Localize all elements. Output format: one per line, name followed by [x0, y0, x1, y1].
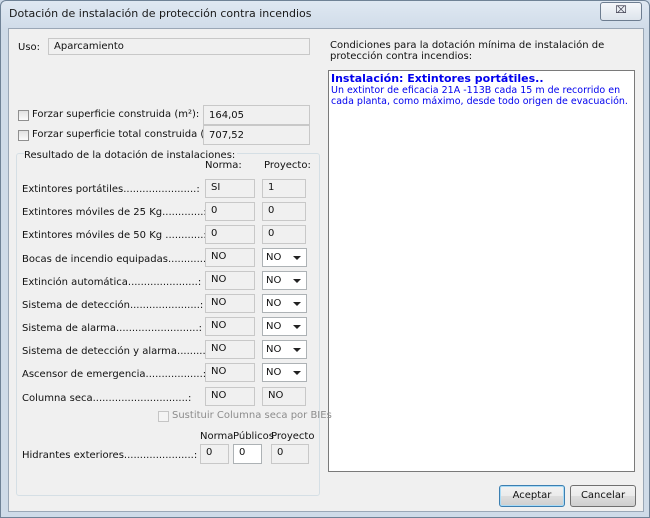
- forzar-construida-label: Forzar superficie construida (m²):: [32, 109, 200, 120]
- hidrantes-publicos-value: 0: [239, 447, 246, 458]
- column-proyecto-header: Proyecto:: [264, 160, 311, 171]
- column-norma-header: Norma:: [205, 160, 242, 171]
- proyecto-combo-value: NO: [266, 321, 282, 332]
- sustituir-checkbox[interactable]: [158, 411, 169, 422]
- dialog-window: Dotación de instalación de protección co…: [0, 0, 650, 518]
- row-label: Sistema de detección y alarma...........…: [22, 346, 216, 357]
- norma-value-field: NO: [205, 387, 255, 406]
- window-title: Dotación de instalación de protección co…: [9, 7, 312, 20]
- proyecto-combo-value: NO: [266, 275, 282, 286]
- uso-label: Uso:: [18, 42, 41, 53]
- forzar-construida-checkbox[interactable]: [18, 110, 29, 121]
- sustituir-label: Sustituir Columna seca por BIEs: [172, 410, 332, 421]
- proyecto-value: 1: [268, 182, 275, 193]
- hidrantes-proyecto-header: Proyecto: [271, 431, 315, 442]
- norma-value: NO: [211, 297, 227, 308]
- conditions-info-box: Instalación: Extintores portátiles.. Un …: [328, 70, 635, 472]
- proyecto-combo-value: NO: [266, 344, 282, 355]
- norma-value-field: 0: [205, 225, 255, 244]
- forzar-construida-field: 164,05: [203, 105, 310, 125]
- chevron-down-icon: [293, 256, 301, 260]
- hidrantes-proyecto-value: 0: [277, 447, 284, 458]
- proyecto-combo[interactable]: NO: [262, 317, 307, 336]
- norma-value: NO: [211, 366, 227, 377]
- proyecto-combo[interactable]: NO: [262, 248, 307, 267]
- uso-field: Aparcamiento: [48, 38, 310, 55]
- conditions-header: Condiciones para la dotación mínima de i…: [330, 40, 605, 62]
- uso-value: Aparcamiento: [54, 41, 124, 52]
- proyecto-combo-value: NO: [266, 367, 282, 378]
- norma-value-field: NO: [205, 317, 255, 336]
- row-label: Columna seca............................…: [22, 393, 192, 404]
- hidrantes-norma-header: Norma: [200, 431, 234, 442]
- norma-value: NO: [211, 390, 227, 401]
- title-bar[interactable]: Dotación de instalación de protección co…: [1, 1, 649, 27]
- dialog-client-area: Uso: Aparcamiento Condiciones para la do…: [8, 28, 644, 512]
- row-label: Ascensor de emergencia..................…: [22, 369, 207, 380]
- norma-value: NO: [211, 274, 227, 285]
- proyecto-value-field: NO: [262, 387, 306, 406]
- proyecto-combo[interactable]: NO: [262, 294, 307, 313]
- proyecto-value-field: 1: [262, 179, 306, 198]
- hidrantes-publicos-header: Públicos: [233, 431, 274, 442]
- proyecto-combo-value: NO: [266, 298, 282, 309]
- norma-value: NO: [211, 251, 227, 262]
- row-label: Extintores móviles de 50 Kg ............…: [22, 230, 207, 241]
- row-label: Bocas de incendio equipadas............:: [22, 254, 210, 265]
- norma-value: NO: [211, 320, 227, 331]
- conditions-title: Instalación: Extintores portátiles..: [331, 72, 544, 85]
- norma-value-field: NO: [205, 248, 255, 267]
- row-label: Sistema de detección....................…: [22, 300, 204, 311]
- chevron-down-icon: [293, 348, 301, 352]
- norma-value: 0: [211, 205, 218, 216]
- row-label: Extinción automática....................…: [22, 277, 202, 288]
- hidrantes-proyecto-field: 0: [271, 444, 309, 464]
- forzar-total-value: 707,52: [209, 130, 244, 141]
- norma-value-field: NO: [205, 363, 255, 382]
- norma-value-field: SI: [205, 179, 255, 198]
- norma-value: SI: [211, 182, 221, 193]
- chevron-down-icon: [293, 371, 301, 375]
- forzar-total-field: 707,52: [203, 125, 310, 145]
- norma-value-field: NO: [205, 340, 255, 359]
- forzar-construida-value: 164,05: [209, 110, 244, 121]
- close-button[interactable]: ⌧: [600, 2, 642, 21]
- proyecto-combo[interactable]: NO: [262, 340, 307, 359]
- proyecto-combo[interactable]: NO: [262, 363, 307, 382]
- proyecto-value: NO: [268, 390, 284, 401]
- forzar-total-checkbox[interactable]: [18, 130, 29, 141]
- chevron-down-icon: [293, 325, 301, 329]
- chevron-down-icon: [293, 302, 301, 306]
- proyecto-combo[interactable]: NO: [262, 271, 307, 290]
- proyecto-combo-value: NO: [266, 252, 282, 263]
- hidrantes-label: Hidrantes exteriores....................…: [22, 450, 198, 461]
- cancel-button[interactable]: Cancelar: [570, 485, 636, 507]
- norma-value: 0: [211, 228, 218, 239]
- proyecto-value-field: 0: [262, 225, 306, 244]
- norma-value-field: NO: [205, 294, 255, 313]
- conditions-body: Un extintor de eficacia 21A -113B cada 1…: [331, 85, 628, 107]
- hidrantes-norma-field: 0: [200, 444, 229, 464]
- norma-value: NO: [211, 343, 227, 354]
- forzar-total-label: Forzar superficie total construida (m²):: [32, 129, 226, 140]
- row-label: Sistema de alarma.......................…: [22, 323, 202, 334]
- close-icon: ⌧: [615, 5, 627, 16]
- norma-value-field: NO: [205, 271, 255, 290]
- hidrantes-publicos-input[interactable]: 0: [233, 444, 262, 464]
- proyecto-value-field: 0: [262, 202, 306, 221]
- row-label: Extintores móviles de 25 Kg.............…: [22, 207, 207, 218]
- accept-button[interactable]: Aceptar: [499, 485, 565, 507]
- proyecto-value: 0: [268, 228, 275, 239]
- hidrantes-norma-value: 0: [206, 447, 213, 458]
- chevron-down-icon: [293, 279, 301, 283]
- proyecto-value: 0: [268, 205, 275, 216]
- row-label: Extintores portátiles...................…: [22, 184, 200, 195]
- norma-value-field: 0: [205, 202, 255, 221]
